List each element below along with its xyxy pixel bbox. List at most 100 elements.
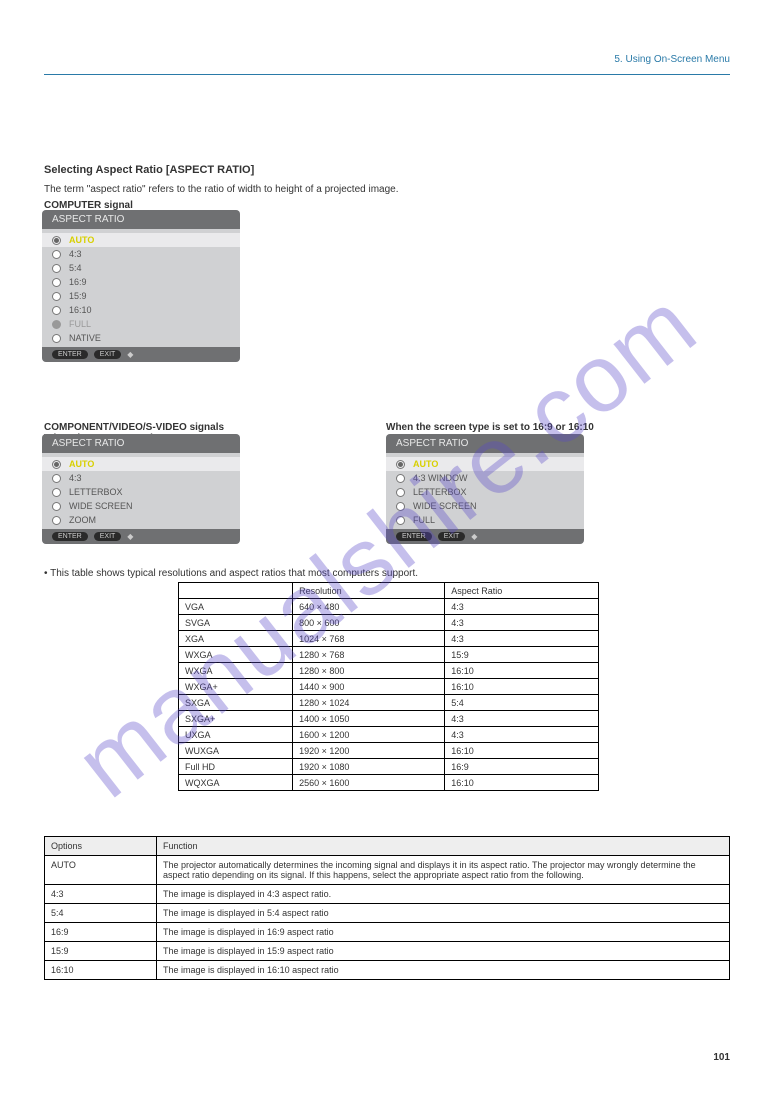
table-cell: 16:10 (445, 775, 599, 791)
options-table: Options Function AUTOThe projector autom… (44, 836, 730, 980)
table-row: SVGA800 × 6004:3 (179, 615, 599, 631)
osd-title: ASPECT RATIO (42, 210, 240, 229)
exit-button[interactable]: EXIT (94, 350, 122, 359)
table-cell: UXGA (179, 727, 293, 743)
table-cell: SVGA (179, 615, 293, 631)
enter-button[interactable]: ENTER (52, 532, 88, 541)
enter-button[interactable]: ENTER (396, 532, 432, 541)
table-cell: 2560 × 1600 (293, 775, 445, 791)
osd-item[interactable]: ZOOM (42, 513, 240, 527)
osd-item[interactable]: AUTO (42, 457, 240, 471)
table-cell: VGA (179, 599, 293, 615)
radio-icon (52, 460, 61, 469)
table-cell: WXGA (179, 663, 293, 679)
osd-footer: ENTER EXIT ◆ (42, 529, 240, 544)
radio-icon (52, 488, 61, 497)
osd-panel-16-9: ASPECT RATIO AUTO 4:3 WINDOW LETTERBOX W… (386, 434, 584, 544)
table-cell: 4:3 (445, 711, 599, 727)
table-cell: 4:3 (445, 727, 599, 743)
osd-footer: ENTER EXIT ◆ (42, 347, 240, 362)
table-cell: 1920 × 1080 (293, 759, 445, 775)
table-row: SXGA1280 × 10245:4 (179, 695, 599, 711)
page-number: 101 (713, 1052, 730, 1063)
table-cell: The image is displayed in 15:9 aspect ra… (157, 942, 730, 961)
table-cell: 16:10 (445, 679, 599, 695)
table-cell: 5:4 (445, 695, 599, 711)
osd-item[interactable]: LETTERBOX (386, 485, 584, 499)
table-cell: 4:3 (445, 615, 599, 631)
label-video-16-9: When the screen type is set to 16:9 or 1… (386, 422, 594, 433)
table-row: Full HD1920 × 108016:9 (179, 759, 599, 775)
osd-item[interactable]: WIDE SCREEN (42, 499, 240, 513)
radio-icon (52, 236, 61, 245)
table-cell: 5:4 (45, 904, 157, 923)
radio-icon (396, 488, 405, 497)
table-cell: 640 × 480 (293, 599, 445, 615)
table-cell: XGA (179, 631, 293, 647)
osd-item[interactable]: 15:9 (42, 289, 240, 303)
table-row: VGA640 × 4804:3 (179, 599, 599, 615)
table-cell: 4:3 (445, 599, 599, 615)
exit-button[interactable]: EXIT (94, 532, 122, 541)
osd-item[interactable]: 4:3 (42, 247, 240, 261)
arrow-icon: ◆ (127, 350, 133, 359)
table-cell: The projector automatically determines t… (157, 856, 730, 885)
section-title: Selecting Aspect Ratio [ASPECT RATIO] (44, 164, 254, 176)
table-row: 5:4The image is displayed in 5:4 aspect … (45, 904, 730, 923)
section-intro: The term "aspect ratio" refers to the ra… (44, 184, 399, 195)
table-cell: The image is displayed in 16:9 aspect ra… (157, 923, 730, 942)
radio-icon (52, 278, 61, 287)
radio-icon (52, 334, 61, 343)
table-cell: SXGA+ (179, 711, 293, 727)
radio-icon (396, 516, 405, 525)
osd-item: FULL (42, 317, 240, 331)
table-cell: 800 × 600 (293, 615, 445, 631)
table-intro-text: • This table shows typical resolutions a… (44, 568, 418, 579)
table-row: WUXGA1920 × 120016:10 (179, 743, 599, 759)
osd-item[interactable]: 5:4 (42, 261, 240, 275)
table-header: Function (157, 837, 730, 856)
table-cell: 16:10 (445, 743, 599, 759)
table-cell: WQXGA (179, 775, 293, 791)
table-header (179, 583, 293, 599)
osd-item[interactable]: 16:9 (42, 275, 240, 289)
exit-button[interactable]: EXIT (438, 532, 466, 541)
table-cell: 1280 × 800 (293, 663, 445, 679)
osd-footer: ENTER EXIT ◆ (386, 529, 584, 544)
radio-icon (396, 474, 405, 483)
table-cell: 4:3 (445, 631, 599, 647)
header-section: 5. Using On-Screen Menu (614, 54, 730, 65)
osd-item[interactable]: NATIVE (42, 331, 240, 345)
osd-item[interactable]: LETTERBOX (42, 485, 240, 499)
table-cell: Full HD (179, 759, 293, 775)
table-cell: The image is displayed in 4:3 aspect rat… (157, 885, 730, 904)
table-header: Options (45, 837, 157, 856)
osd-item[interactable]: AUTO (386, 457, 584, 471)
radio-icon (52, 502, 61, 511)
table-cell: WUXGA (179, 743, 293, 759)
osd-item[interactable]: WIDE SCREEN (386, 499, 584, 513)
table-cell: 1400 × 1050 (293, 711, 445, 727)
radio-icon (52, 264, 61, 273)
table-row: WQXGA2560 × 160016:10 (179, 775, 599, 791)
table-cell: WXGA+ (179, 679, 293, 695)
table-cell: 16:9 (445, 759, 599, 775)
radio-icon (52, 292, 61, 301)
osd-item[interactable]: FULL (386, 513, 584, 527)
table-cell: The image is displayed in 16:10 aspect r… (157, 961, 730, 980)
enter-button[interactable]: ENTER (52, 350, 88, 359)
table-row: WXGA1280 × 76815:9 (179, 647, 599, 663)
radio-icon (52, 320, 61, 329)
table-row: XGA1024 × 7684:3 (179, 631, 599, 647)
osd-item[interactable]: AUTO (42, 233, 240, 247)
osd-item[interactable]: 4:3 WINDOW (386, 471, 584, 485)
table-cell: 1280 × 768 (293, 647, 445, 663)
osd-item[interactable]: 16:10 (42, 303, 240, 317)
table-row: WXGA1280 × 80016:10 (179, 663, 599, 679)
osd-panel-4-3: ASPECT RATIO AUTO 4:3 LETTERBOX WIDE SCR… (42, 434, 240, 544)
table-row: 4:3The image is displayed in 4:3 aspect … (45, 885, 730, 904)
radio-icon (396, 460, 405, 469)
table-cell: 1920 × 1200 (293, 743, 445, 759)
radio-icon (52, 516, 61, 525)
osd-item[interactable]: 4:3 (42, 471, 240, 485)
